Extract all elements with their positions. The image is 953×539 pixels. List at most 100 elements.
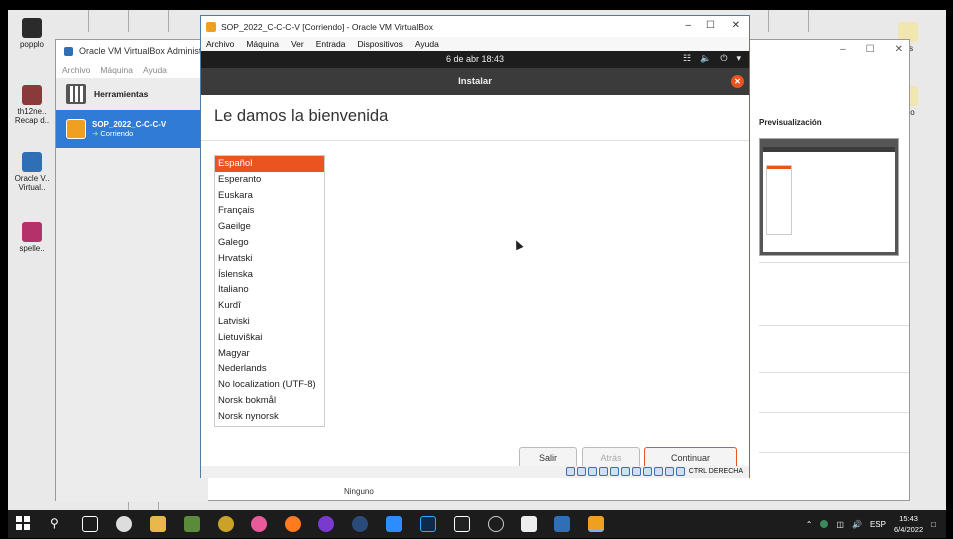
photoshop-icon[interactable] [420,516,436,532]
language-option[interactable]: Nederlands [215,361,324,377]
manager-window-controls: – ☐ ✕ [840,44,903,55]
maximize-icon[interactable]: ☐ [866,44,875,55]
hard-disk-icon[interactable] [565,467,575,476]
audio-icon[interactable] [587,467,597,476]
detail-divider [759,325,909,326]
guest-tray[interactable]: ☷ 🔈 ⏻ ▾ [683,53,741,64]
menu-ver[interactable]: Ver [291,39,304,49]
shared-folder-icon[interactable] [620,467,630,476]
vm-titlebar[interactable]: SOP_2022_C-C-C-V [Corriendo] - Oracle VM… [201,16,749,37]
manager-sidebar: Herramientas SOP_2022_C-C-C-V ➜ Corriend… [56,78,208,502]
language-option[interactable]: Galego [215,235,324,251]
minimize-icon[interactable]: – [685,20,691,31]
tools-icon [66,84,86,104]
app-icon[interactable] [251,516,267,532]
app-icon[interactable] [488,516,504,532]
notifications-icon[interactable]: □ [931,520,936,529]
language-option[interactable]: Norsk bokmål [215,393,324,409]
virtualbox-icon[interactable] [554,516,570,532]
language-option[interactable]: Latviski [215,314,324,330]
language-option[interactable]: Lietuviškai [215,330,324,346]
task-view-icon[interactable] [82,516,98,532]
maximize-icon[interactable]: ☐ [706,20,715,31]
file-explorer-icon[interactable] [150,516,166,532]
menu-archivo[interactable]: Archivo [62,65,90,75]
installer-close-icon[interactable]: ✕ [731,75,744,88]
windows-start-icon[interactable] [16,516,32,532]
installer-content: Le damos la bienvenida Español Esperanto E… [201,95,749,478]
desktop-icon-popplo[interactable]: popplo [14,18,50,49]
close-icon[interactable]: ✕ [895,44,903,55]
close-icon[interactable]: ✕ [732,20,740,31]
desktop-icon-virtualbox[interactable]: Oracle V.. Virtual.. [14,152,50,192]
mouse-cursor-icon [512,238,524,251]
volume-icon[interactable]: 🔊 [852,520,862,529]
language-option[interactable]: Gaeilge [215,219,324,235]
taskbar-clock[interactable]: 15:43 6/4/2022 [894,513,923,535]
minecraft-icon[interactable] [184,516,200,532]
display-icon[interactable] [631,467,641,476]
language-option[interactable]: Norsk nynorsk [215,409,324,425]
steam-icon[interactable] [352,516,368,532]
epic-games-icon[interactable] [454,516,470,532]
search-icon[interactable]: ⚲ [50,516,66,532]
tools-label: Herramientas [94,89,149,99]
menu-maquina[interactable]: Máquina [246,39,279,49]
desktop-icon-recap[interactable]: th12ne.. Recap d.. [14,85,50,125]
app-icon[interactable] [318,516,334,532]
language-option[interactable]: Español [215,156,324,172]
guest-clock[interactable]: 6 de abr 18:43 [201,54,749,64]
tools-item[interactable]: Herramientas [56,78,208,110]
status-icons: CTRL DERECHA [565,467,743,476]
recording-icon[interactable] [642,467,652,476]
image-viewer-icon[interactable] [521,516,537,532]
firefox-icon[interactable] [285,516,301,532]
menu-ayuda[interactable]: Ayuda [143,65,167,75]
folder-icon [22,85,42,105]
usb-icon[interactable] [609,467,619,476]
language-option[interactable]: Hrvatski [215,251,324,267]
network-adapter-icon[interactable] [598,467,608,476]
menu-dispositivos[interactable]: Dispositivos [358,39,403,49]
minimize-icon[interactable]: – [840,44,846,55]
mouse-integration-icon[interactable] [664,467,674,476]
ubuntu-vm-taskbar-icon[interactable] [588,516,604,532]
menu-archivo[interactable]: Archivo [206,39,234,49]
zoom-icon[interactable] [386,516,402,532]
volume-icon: 🔈 [700,53,712,63]
vm-list-item[interactable]: SOP_2022_C-C-C-V ➜ Corriendo [56,110,208,148]
language-option[interactable]: Italiano [215,282,324,298]
language-option[interactable]: Euskara [215,188,324,204]
optical-drive-icon[interactable] [576,467,586,476]
vm-preview-thumbnail [759,138,899,256]
language-option[interactable]: Magyar [215,346,324,362]
cpu-icon[interactable] [653,467,663,476]
chevron-up-icon[interactable]: ⌃ [806,520,813,529]
language-option[interactable]: Esperanto [215,172,324,188]
menu-maquina[interactable]: Máquina [100,65,133,75]
desktop-icon-spelle[interactable]: spelle.. [14,222,50,253]
chatgpt-icon[interactable] [116,516,132,532]
app-icon[interactable] [218,516,234,532]
network-icon[interactable]: ◫ [836,520,844,529]
app-icon [22,18,42,38]
detail-divider [759,262,909,263]
status-dot-icon[interactable] [820,520,829,528]
desktop: popplo th12ne.. Recap d.. Oracle V.. Vir… [8,10,946,510]
vm-window[interactable]: SOP_2022_C-C-C-V [Corriendo] - Oracle VM… [200,15,750,478]
keyboard-icon[interactable] [675,467,685,476]
language-list[interactable]: Español Esperanto Euskara Français Gaeilge Ga… [214,155,325,427]
language-option[interactable]: Íslenska [215,267,324,283]
preview-screen [763,147,895,252]
menu-entrada[interactable]: Entrada [316,39,346,49]
language-option[interactable]: Kurdî [215,298,324,314]
language-option[interactable]: No localization (UTF-8) [215,377,324,393]
preview-selected [767,166,791,169]
language-option[interactable]: Français [215,203,324,219]
detail-divider [759,412,909,413]
menu-ayuda[interactable]: Ayuda [415,39,439,49]
ubuntu-vm-icon [206,21,216,32]
ubuntu-top-bar: 6 de abr 18:43 ☷ 🔈 ⏻ ▾ [201,51,749,68]
ubuntu-vm-icon [66,119,86,139]
input-language[interactable]: ESP [870,520,886,529]
